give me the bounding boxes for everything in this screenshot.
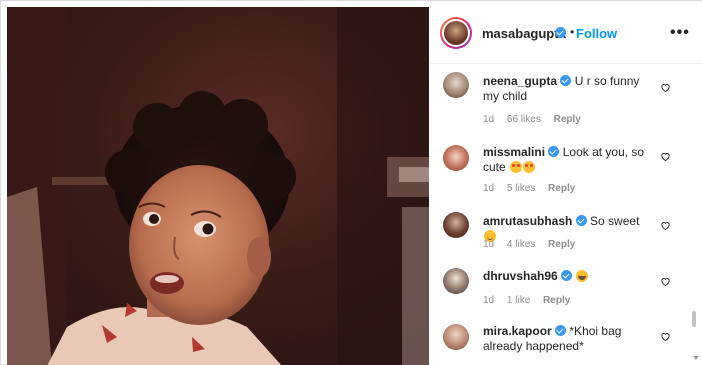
author-username[interactable]: masabagupta [482, 26, 566, 41]
heart-outline-icon[interactable] [660, 82, 671, 93]
reply-button[interactable]: Reply [554, 114, 581, 125]
commenter-avatar[interactable] [443, 268, 469, 294]
post-modal: masabagupta • Follow ••• neena_gupta U r… [0, 0, 702, 365]
commenter-avatar[interactable] [443, 145, 469, 171]
comment-likes[interactable]: 66 likes [507, 114, 541, 125]
commenter-avatar[interactable] [443, 212, 469, 238]
verified-badge-icon [575, 215, 587, 226]
scrollbar-thumb[interactable] [692, 311, 696, 327]
verified-badge-icon [561, 270, 573, 281]
post-header: masabagupta • Follow ••• [430, 2, 702, 64]
commenter-avatar[interactable] [443, 72, 469, 98]
comment-meta: 1d 5 likes Reply [483, 183, 585, 194]
comment-age: 1d [483, 239, 495, 250]
comment-meta: 1d 4 likes Reply [483, 239, 585, 250]
heart-outline-icon[interactable] [660, 331, 671, 342]
author-avatar[interactable] [440, 17, 472, 49]
comment-meta: 1d 1 like Reply [483, 295, 580, 306]
comment-likes[interactable]: 4 likes [507, 239, 535, 250]
more-options-icon[interactable]: ••• [670, 24, 690, 42]
reply-button[interactable]: Reply [548, 239, 575, 250]
comment-body: dhruvshah96 [483, 269, 653, 284]
heart-outline-icon[interactable] [660, 220, 671, 231]
verified-badge-icon [555, 325, 567, 336]
post-photo [7, 7, 429, 365]
comment-body: neena_gupta U r so funny my child [483, 74, 653, 104]
scroll-down-arrow-icon[interactable] [693, 356, 699, 360]
commenter-username[interactable]: missmalini [483, 145, 545, 159]
comment-likes[interactable]: 5 likes [507, 183, 535, 194]
verified-badge-icon [560, 75, 572, 86]
heart-outline-icon[interactable] [660, 276, 671, 287]
follow-button[interactable]: Follow [576, 26, 617, 41]
comment-meta: 1d 66 likes Reply [483, 114, 591, 125]
heart-eyes-emoji [510, 161, 523, 173]
heart-eyes-emoji [523, 161, 536, 173]
separator-dot: • [570, 25, 575, 39]
verified-badge-icon [548, 146, 560, 157]
comment-age: 1d [483, 183, 495, 194]
comment-age: 1d [483, 114, 495, 125]
comment-likes[interactable]: 1 like [507, 295, 530, 306]
commenter-username[interactable]: amrutasubhash [483, 214, 572, 228]
comments-panel: masabagupta • Follow ••• neena_gupta U r… [430, 2, 702, 365]
heart-outline-icon[interactable] [660, 151, 671, 162]
comments-scrollbar[interactable] [691, 63, 697, 363]
grinning-sweat-emoji [576, 270, 589, 282]
commenter-username[interactable]: dhruvshah96 [483, 269, 558, 283]
comment-body: missmalini Look at you, so cute [483, 145, 653, 175]
reply-button[interactable]: Reply [548, 183, 575, 194]
comment-age: 1d [483, 295, 495, 306]
commenter-username[interactable]: neena_gupta [483, 74, 557, 88]
verified-badge-icon [555, 27, 566, 38]
comment-text: So sweet [590, 214, 640, 228]
comment-body: mira.kapoor *Khoi bag already happened* [483, 324, 653, 354]
commenter-avatar[interactable] [443, 324, 469, 350]
reply-button[interactable]: Reply [543, 295, 570, 306]
commenter-username[interactable]: mira.kapoor [483, 324, 552, 338]
